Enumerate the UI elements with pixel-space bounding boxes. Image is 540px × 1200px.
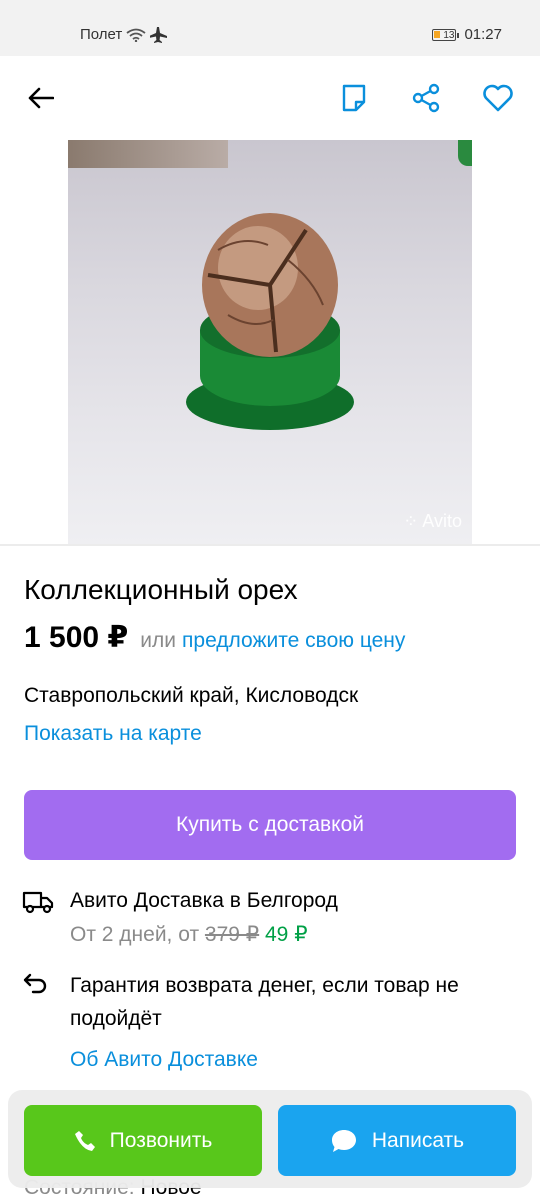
back-button[interactable] (21, 78, 61, 118)
buy-with-delivery-button[interactable]: Купить с доставкой (24, 790, 516, 860)
delivery-old-price: 379 ₽ (204, 923, 260, 946)
about-avito-delivery-link[interactable]: Об Авито Доставке (70, 1048, 258, 1072)
call-button[interactable]: Позвонить (24, 1105, 262, 1176)
heart-icon (483, 84, 513, 112)
show-on-map-link[interactable]: Показать на карте (24, 722, 202, 746)
battery-icon: 13 (432, 28, 460, 41)
delivery-time: От 2 дней, от (70, 923, 200, 946)
delivery-terms: От 2 дней, от 379 ₽ 49 ₽ (70, 922, 308, 947)
phone-icon (74, 1130, 95, 1151)
bottom-action-bar: Позвонить Написать (8, 1090, 532, 1188)
note-button[interactable] (334, 78, 374, 118)
airplane-icon (150, 26, 168, 43)
back-arrow-icon (28, 87, 54, 109)
price-or-label: или (140, 629, 177, 652)
delivery-new-price: 49 ₽ (265, 923, 308, 946)
money-back-guarantee: Гарантия возврата денег, если товар не п… (70, 974, 459, 1030)
avito-watermark: ⁘ Avito (403, 511, 462, 531)
write-message-button[interactable]: Написать (278, 1105, 516, 1176)
airplane-mode-label: Полет (80, 26, 123, 43)
wifi-icon (126, 28, 146, 42)
delivery-title: Авито Доставка в Белгород (70, 889, 338, 912)
call-button-label: Позвонить (109, 1128, 213, 1152)
walnut-image (186, 213, 354, 430)
share-icon (412, 83, 440, 113)
favorite-button[interactable] (478, 78, 518, 118)
status-left: Полет (80, 26, 168, 43)
listing-title: Коллекционный орех (24, 574, 298, 605)
clock: 01:27 (464, 26, 502, 43)
chat-bubble-icon (331, 1129, 356, 1152)
app-bar (0, 56, 540, 141)
photo-gallery[interactable]: ⁘ Avito (0, 140, 540, 546)
listing-price: 1 500 ₽ (24, 621, 129, 654)
status-right: 13 01:27 (432, 26, 502, 43)
listing-photo[interactable]: ⁘ Avito (68, 140, 472, 544)
avito-dots-icon: ⁘ (403, 511, 419, 531)
offer-price-link[interactable]: предложите свою цену (182, 629, 405, 653)
share-button[interactable] (406, 78, 446, 118)
return-icon (23, 973, 47, 994)
status-bar: Полет 13 01:27 (0, 0, 540, 56)
listing-location: Ставропольский край, Кисловодск (24, 684, 359, 707)
price-row: 1 500 ₽ или предложите свою цену (24, 620, 405, 655)
note-icon (342, 84, 366, 112)
write-button-label: Написать (371, 1128, 465, 1152)
truck-icon (22, 891, 54, 914)
divider (0, 544, 540, 546)
